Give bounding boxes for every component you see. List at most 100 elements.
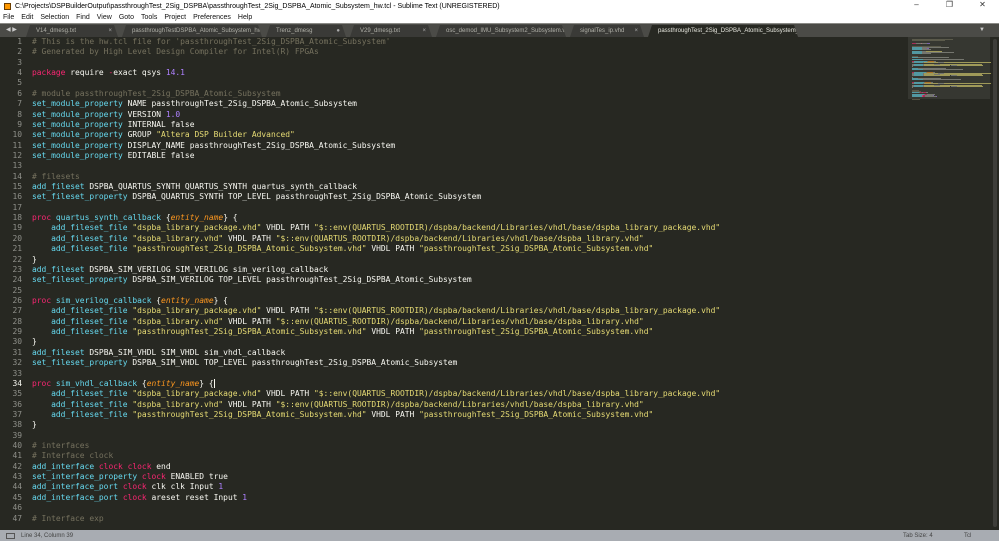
tab-list-dropdown-icon[interactable]: ▼	[979, 24, 999, 37]
code-line[interactable]: 8 set_module_property VERSION 1.0	[0, 110, 905, 120]
code-line[interactable]: 19 add_fileset_file "dspba_library_packa…	[0, 223, 905, 233]
code-line[interactable]: 45 add_interface_port clock areset reset …	[0, 493, 905, 503]
line-code: add_fileset_file "passthroughTest_2Sig_D…	[22, 410, 653, 420]
close-tab-icon[interactable]: ×	[822, 28, 826, 34]
syntax-indicator[interactable]: Tcl	[964, 533, 971, 539]
code-line[interactable]: 1 # This is the hw.tcl file for 'passthro…	[0, 37, 905, 47]
tab-label: passthroughTestDSPBA_Atomic_Subsystem_hw…	[132, 28, 270, 34]
menu-help[interactable]: Help	[238, 14, 252, 21]
close-button[interactable]: ✕	[966, 0, 999, 9]
code-line[interactable]: 21 add_fileset_file "passthroughTest_2Si…	[0, 244, 905, 254]
menu-preferences[interactable]: Preferences	[193, 14, 231, 21]
code-line[interactable]: 28 add_fileset_file "dspba_library.vhd" …	[0, 317, 905, 327]
minimap[interactable]	[908, 37, 992, 530]
code-line[interactable]: 34 proc sim_vhdl_callback {entity_name} {	[0, 378, 905, 389]
code-line[interactable]: 17	[0, 203, 905, 213]
code-editor[interactable]: 1 # This is the hw.tcl file for 'passthro…	[0, 37, 905, 530]
code-line[interactable]: 5	[0, 78, 905, 88]
code-line[interactable]: 40 # interfaces	[0, 441, 905, 451]
code-line[interactable]: 31 add_fileset DSPBA_SIM_VHDL SIM_VHDL si…	[0, 348, 905, 358]
token: 1	[218, 482, 224, 492]
code-line[interactable]: 24 set_fileset_property DSPBA_SIM_VERILOG…	[0, 275, 905, 285]
code-line[interactable]: 33	[0, 369, 905, 379]
token: # Interface exp	[32, 513, 104, 523]
code-line[interactable]: 29 add_fileset_file "passthroughTest_2Si…	[0, 327, 905, 337]
sublime-logo-icon	[4, 2, 11, 10]
tab[interactable]: passthroughTestDSPBA_Atomic_Subsystem_hw…	[122, 25, 262, 37]
code-line[interactable]: 25	[0, 286, 905, 296]
menu-edit[interactable]: Edit	[21, 14, 33, 21]
code-line[interactable]: 37 add_fileset_file "passthroughTest_2Si…	[0, 410, 905, 420]
tab[interactable]: osc_demod_IMU_Subsystem2_Subsystem.vhd×	[436, 25, 566, 37]
code-line[interactable]: 4 package require -exact qsys 14.1	[0, 68, 905, 78]
code-line[interactable]: 18 proc quartus_synth_callback {entity_na…	[0, 213, 905, 223]
minimap-mark	[927, 42, 930, 44]
token: clock	[122, 482, 147, 492]
token: set_module_property	[32, 109, 123, 119]
code-line[interactable]: 2 # Generated by High Level Design Compil…	[0, 47, 905, 57]
code-line[interactable]: 11 set_module_property DISPLAY_NAME passt…	[0, 141, 905, 151]
code-line[interactable]: 32 set_fileset_property DSPBA_SIM_VHDL TO…	[0, 358, 905, 368]
menu-goto[interactable]: Goto	[119, 14, 134, 21]
code-line[interactable]: 15 add_fileset DSPBA_QUARTUS_SYNTH QUARTU…	[0, 182, 905, 192]
close-tab-icon[interactable]: ×	[634, 28, 638, 34]
code-line[interactable]: 13	[0, 161, 905, 171]
tab-bar: ◀ ▶ V14_dmesg.txt × passthroughTestDSPBA_A…	[0, 23, 999, 37]
tab-size-indicator[interactable]: Tab Size: 4	[903, 533, 933, 539]
line-number: 23	[12, 264, 22, 274]
tab[interactable]: V14_dmesg.txt ×	[26, 25, 118, 37]
line-number: 31	[12, 347, 22, 357]
code-line[interactable]: 42 add_interface clock clock end	[0, 462, 905, 472]
code-line[interactable]: 44 add_interface_port clock clk clk Input…	[0, 482, 905, 492]
code-line[interactable]: 16 set_fileset_property DSPBA_QUARTUS_SYN…	[0, 192, 905, 202]
vertical-scrollbar[interactable]	[991, 37, 999, 530]
code-line[interactable]: 9 set_module_property INTERNAL false	[0, 120, 905, 130]
maximize-button[interactable]: ❐	[933, 0, 966, 9]
code-line[interactable]: 36 add_fileset_file "dspba_library.vhd" …	[0, 400, 905, 410]
unsaved-dot-icon[interactable]: ●	[336, 28, 340, 34]
code-line[interactable]: 35 add_fileset_file "dspba_library_packa…	[0, 389, 905, 399]
tab-label: Trenz_dmesg	[276, 28, 313, 34]
code-line[interactable]: 38}	[0, 420, 905, 430]
close-tab-icon[interactable]: ×	[422, 28, 426, 34]
code-line[interactable]: 26 proc sim_verilog_callback {entity_name…	[0, 296, 905, 306]
menu-tools[interactable]: Tools	[141, 14, 157, 21]
line-code: set_module_property EDITABLE false	[22, 151, 194, 161]
close-tab-icon[interactable]: ×	[108, 28, 112, 34]
tab[interactable]: passthroughTest_2Sig_DSPBA_Atomic_Subsys…	[648, 25, 798, 37]
menu-view[interactable]: View	[97, 14, 112, 21]
token: VHDL PATH	[366, 409, 420, 419]
menu-selection[interactable]: Selection	[40, 14, 69, 21]
panel-toggle-icon[interactable]	[6, 532, 15, 539]
code-line[interactable]: 46	[0, 503, 905, 513]
code-line[interactable]: 39	[0, 431, 905, 441]
line-number: 39	[12, 430, 22, 440]
window-title: C:\Projects\DSPBuilderOutput\passthrough…	[15, 2, 500, 10]
code-line[interactable]: 12 set_module_property EDITABLE false	[0, 151, 905, 161]
menu-project[interactable]: Project	[164, 14, 186, 21]
tab[interactable]: V29_dmesg.txt ×	[350, 25, 432, 37]
token: add_fileset	[32, 264, 85, 274]
code-line[interactable]: 27 add_fileset_file "dspba_library_packa…	[0, 306, 905, 316]
code-line[interactable]: 6 # module passthroughTest_2Sig_DSPBA_Ato…	[0, 89, 905, 99]
code-line[interactable]: 3	[0, 58, 905, 68]
tab[interactable]: Trenz_dmesg ●	[266, 25, 346, 37]
code-line[interactable]: 41 # Interface clock	[0, 451, 905, 461]
menu-file[interactable]: File	[3, 14, 14, 21]
minimize-button[interactable]: –	[900, 0, 933, 9]
code-line[interactable]: 47 # Interface exp	[0, 514, 905, 524]
code-line[interactable]: 7 set_module_property NAME passthroughTes…	[0, 99, 905, 109]
code-line[interactable]: 43 set_interface_property clock ENABLED t…	[0, 472, 905, 482]
tab[interactable]: signalTes_ip.vhd ×	[570, 25, 644, 37]
code-line[interactable]: 14 # filesets	[0, 172, 905, 182]
code-line[interactable]: 10 set_module_property GROUP "Altera DSP …	[0, 130, 905, 140]
tab-nav-arrows-icon[interactable]: ◀ ▶	[0, 24, 26, 37]
code-line[interactable]: 22}	[0, 255, 905, 265]
code-line[interactable]: 30}	[0, 337, 905, 347]
menu-find[interactable]: Find	[76, 14, 90, 21]
scrollbar-thumb[interactable]	[993, 39, 997, 527]
token: clock	[141, 472, 166, 482]
code-line[interactable]: 23 add_fileset DSPBA_SIM_VERILOG SIM_VERI…	[0, 265, 905, 275]
code-line[interactable]: 20 add_fileset_file "dspba_library.vhd" …	[0, 234, 905, 244]
